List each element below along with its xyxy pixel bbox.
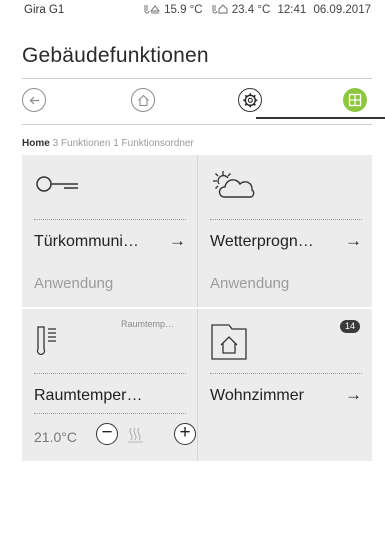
arrow-left-icon — [29, 96, 39, 105]
status-readouts: 15.9 °C 23.4 °C 12:41 06.09.2017 — [144, 4, 371, 16]
page-title: Gebäudefunktionen — [22, 44, 209, 67]
callout-line — [256, 117, 385, 119]
arrow-right-icon: → — [345, 385, 362, 404]
nav-divider — [22, 124, 372, 125]
grid-horizontal-divider — [22, 307, 372, 309]
date: 06.09.2017 — [313, 4, 371, 16]
tile-divider — [210, 219, 362, 220]
tile-room-temperature[interactable]: Raumtemp… Raumtemper… 21.0°C − + — [22, 309, 196, 461]
functions-label: Funktionen — [60, 138, 111, 149]
outdoor-temp: 15.9 °C — [164, 4, 203, 16]
back-button[interactable] — [22, 88, 46, 112]
tile-corner-label: Raumtemp… — [120, 319, 174, 329]
tile-divider — [34, 413, 186, 414]
heating-icon — [128, 427, 143, 443]
tile-weather-forecast[interactable]: Wetterprogn… → Anwendung — [198, 155, 372, 307]
breadcrumb: Home 3 Funktionen 1 Funktionsordner — [22, 138, 194, 149]
tile-label: Wohnzimmer — [210, 387, 304, 404]
indoor-temp-icon — [212, 4, 228, 14]
thermometer-icon — [36, 326, 56, 355]
folder-count-badge: 14 — [340, 320, 360, 333]
indoor-temp: 23.4 °C — [231, 4, 271, 16]
home-button[interactable] — [131, 88, 155, 112]
tile-living-room-folder[interactable]: 14 Wohnzimmer → — [198, 309, 372, 461]
functions-count: 3 — [52, 138, 59, 149]
grid-icon — [348, 93, 362, 107]
tile-divider — [34, 373, 186, 374]
home-icon — [138, 94, 149, 107]
folders-label: Funktionsordner — [121, 138, 194, 149]
tile-subtitle: Anwendung — [34, 275, 114, 292]
folders-count: 1 — [113, 138, 119, 149]
title-divider — [22, 78, 372, 79]
arrow-right-icon: → — [345, 231, 362, 250]
decrease-temperature-button[interactable]: − — [96, 423, 118, 445]
tile-divider — [34, 219, 186, 220]
increase-temperature-button[interactable]: + — [174, 423, 196, 445]
outdoor-temp-icon — [144, 5, 161, 14]
arrow-right-icon: → — [169, 231, 186, 250]
function-tile-grid: Türkommuni… → Anwendung Wetterprogn… → A… — [22, 155, 372, 461]
key-icon — [36, 176, 78, 192]
weather-sun-cloud-icon — [213, 171, 255, 198]
tile-label: Raumtemper… — [34, 387, 143, 404]
tile-divider — [210, 373, 362, 374]
tile-label: Türkommuni… — [34, 233, 139, 250]
status-bar: Gira G1 15.9 °C 23.4 °C 12:41 06.09.2017 — [0, 0, 385, 20]
folder-home-icon — [211, 324, 247, 360]
functions-grid-button[interactable] — [343, 88, 367, 112]
gear-icon — [243, 93, 258, 108]
breadcrumb-home[interactable]: Home — [22, 138, 50, 149]
temperature-value: 21.0°C — [34, 429, 77, 445]
device-name: Gira G1 — [24, 4, 65, 16]
tile-door-communication[interactable]: Türkommuni… → Anwendung — [22, 155, 196, 307]
tile-label: Wetterprogn… — [210, 233, 314, 250]
clock-time: 12:41 — [277, 4, 307, 16]
tile-subtitle: Anwendung — [210, 275, 290, 292]
settings-button[interactable] — [238, 88, 262, 112]
